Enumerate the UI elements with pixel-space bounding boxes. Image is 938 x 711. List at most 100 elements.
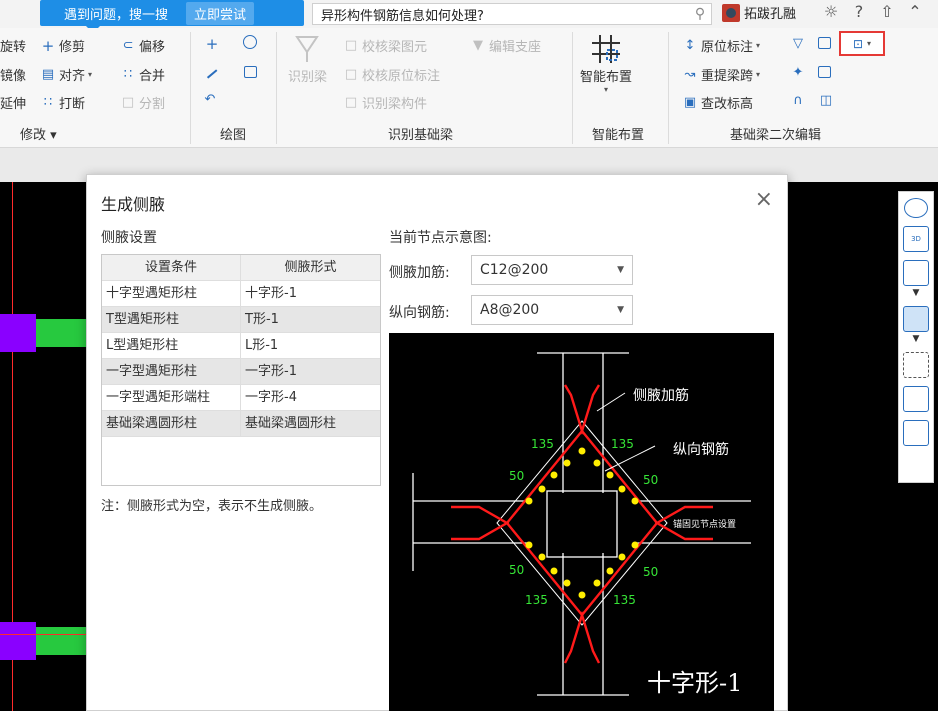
modify-group-label[interactable]: 修改 ▾ [20,124,57,143]
list-settings-icon[interactable] [903,420,929,446]
table-row[interactable]: T型遇矩形柱 T形-1 [102,307,380,333]
merge-icon: ∷ [123,66,133,82]
rotate-label: 旋转 [0,40,27,55]
select-icon[interactable] [818,66,831,78]
user-info[interactable]: 拓跋孔融 [722,3,796,22]
chevron-down-icon[interactable]: ▼ [913,288,920,298]
funnel-icon[interactable]: ▽ [790,36,806,52]
check-annotation-button[interactable]: □ 校核原位标注 [343,65,440,85]
3d-view-icon[interactable]: 3D [903,226,929,252]
solid-cube-icon[interactable] [903,306,929,332]
dim-label: 50 [509,563,525,577]
sparkle-icon[interactable]: ✦ [790,65,806,81]
haunch-rebar-select[interactable]: C12@200 ▼ [471,255,633,285]
offset-button[interactable]: ⊂ 偏移 [120,36,165,56]
form-cell[interactable]: 一字形-1 [241,359,380,384]
mirror-button[interactable]: 镜像 [0,65,26,84]
form-cell[interactable]: 十字形-1 [241,281,380,306]
extend-label: 延伸 [0,97,27,112]
arc-icon[interactable] [243,35,257,49]
extend-button[interactable]: 延伸 [0,93,26,112]
node-diagram: 侧腋加筋 纵向钢筋 135 135 135 135 50 50 50 50 锚固… [389,333,774,711]
arch-icon[interactable]: ∩ [790,93,806,109]
help-icon[interactable]: ? [850,2,868,21]
box-select-icon[interactable] [903,386,929,412]
table-icon[interactable] [818,37,831,49]
check-beam-button[interactable]: □ 校核梁图元 [343,36,427,56]
long-rebar-value: A8@200 [480,302,540,318]
edit-support-button[interactable]: ▼ 编辑支座 [470,36,541,56]
chat-icon[interactable]: ☼ [822,2,840,21]
break-icon: ∷ [43,94,53,110]
bucket-icon[interactable]: ◫ [818,93,834,109]
avatar [722,3,740,22]
column [0,622,36,660]
form-cell[interactable]: L形-1 [241,333,380,358]
align-icon: ▤ [41,66,55,82]
re-extract-icon: ↝ [684,66,696,82]
table-row[interactable]: L型遇矩形柱 L形-1 [102,333,380,359]
divider [668,32,669,144]
smart-layout-button[interactable]: 智能布置 ▾ [580,32,632,94]
rotate-button[interactable]: 旋转 [0,36,26,55]
identify-group-label: 识别基础梁 [388,128,454,143]
edit-elevation-button[interactable]: ▣ 查改标高 [682,93,753,113]
dialog-title: 生成侧腋 [101,195,166,214]
curve-icon[interactable]: ↶ [202,92,218,108]
identify-beam-label: 识别梁 [288,70,328,85]
align-button[interactable]: ▤ 对齐 ▾ [40,65,93,85]
try-now-button[interactable]: 立即尝试 [186,1,255,25]
orbit-icon[interactable] [904,198,928,218]
preview-label: 当前节点示意图: [389,230,492,246]
search-icon[interactable]: ⚲ [689,6,711,22]
edit-support-icon: ▼ [473,37,483,53]
table-row[interactable]: 一字型遇矩形端柱 一字形-4 [102,385,380,411]
identify-member-button[interactable]: □ 识别梁构件 [343,93,428,113]
rect-icon[interactable] [244,66,257,78]
condition-cell: T型遇矩形柱 [102,307,241,332]
shirt-icon[interactable]: ⇧ [878,2,896,21]
point-icon[interactable]: + [204,36,220,52]
long-rebar-select[interactable]: A8@200 ▼ [471,295,633,325]
search-input[interactable]: 异形构件钢筋信息如何处理? ⚲ [312,3,712,25]
line-icon[interactable] [204,65,220,81]
break-button[interactable]: ∷ 打断 [40,93,86,113]
split-button[interactable]: □ 分割 [120,93,165,113]
break-label: 打断 [59,97,86,112]
in-situ-annotation-label: 原位标注 [701,40,754,55]
chevron-down-icon: ▾ [88,70,93,79]
form-cell[interactable]: T形-1 [241,307,380,332]
axis-line [0,634,90,635]
identify-beam-button[interactable]: 识别梁 [288,32,327,85]
generate-haunch-dialog: 生成侧腋 × 侧腋设置 设置条件 侧腋形式 十字型遇矩形柱 十字形-1 T型遇矩… [86,174,788,711]
close-icon[interactable]: × [755,187,773,212]
angle-label: 135 [525,593,548,607]
identify-member-label: 识别梁构件 [362,97,428,112]
chevron-down-icon[interactable]: ▼ [913,334,920,344]
table-row[interactable]: 基础梁遇圆形柱 基础梁遇圆形柱 [102,411,380,437]
re-extract-span-label: 重提梁跨 [701,69,754,84]
fit-view-icon[interactable] [903,352,929,378]
merge-button[interactable]: ∷ 合并 [120,65,166,85]
beam-segment [34,627,90,645]
elevation-icon: ▣ [683,94,697,110]
form-cell[interactable]: 基础梁遇圆形柱 [241,411,380,436]
chevron-down-icon: ▼ [617,265,624,275]
haunch-dropdown-button[interactable]: ⊡ ▾ [839,31,885,56]
in-situ-annotation-button[interactable]: ↕ 原位标注 ▾ [682,36,760,56]
form-cell[interactable]: 一字形-4 [241,385,380,410]
divider [276,32,277,144]
condition-cell: 一字型遇矩形端柱 [102,385,241,410]
annotation-icon: ↕ [684,37,696,53]
identify-member-icon: □ [344,94,358,110]
divider [572,32,573,144]
chevron-up-icon[interactable]: ⌃ [906,2,924,21]
table-row[interactable]: 一字型遇矩形柱 一字形-1 [102,359,380,385]
trim-button[interactable]: + 修剪 [40,36,85,56]
re-extract-span-button[interactable]: ↝ 重提梁跨 ▾ [682,65,760,85]
merge-label: 合并 [139,69,166,84]
haunch-rebar-label: 侧腋加筋: [389,265,450,281]
cube-icon[interactable] [903,260,929,286]
table-row[interactable]: 十字型遇矩形柱 十字形-1 [102,281,380,307]
diagram-title: 十字形-1 [647,669,743,697]
